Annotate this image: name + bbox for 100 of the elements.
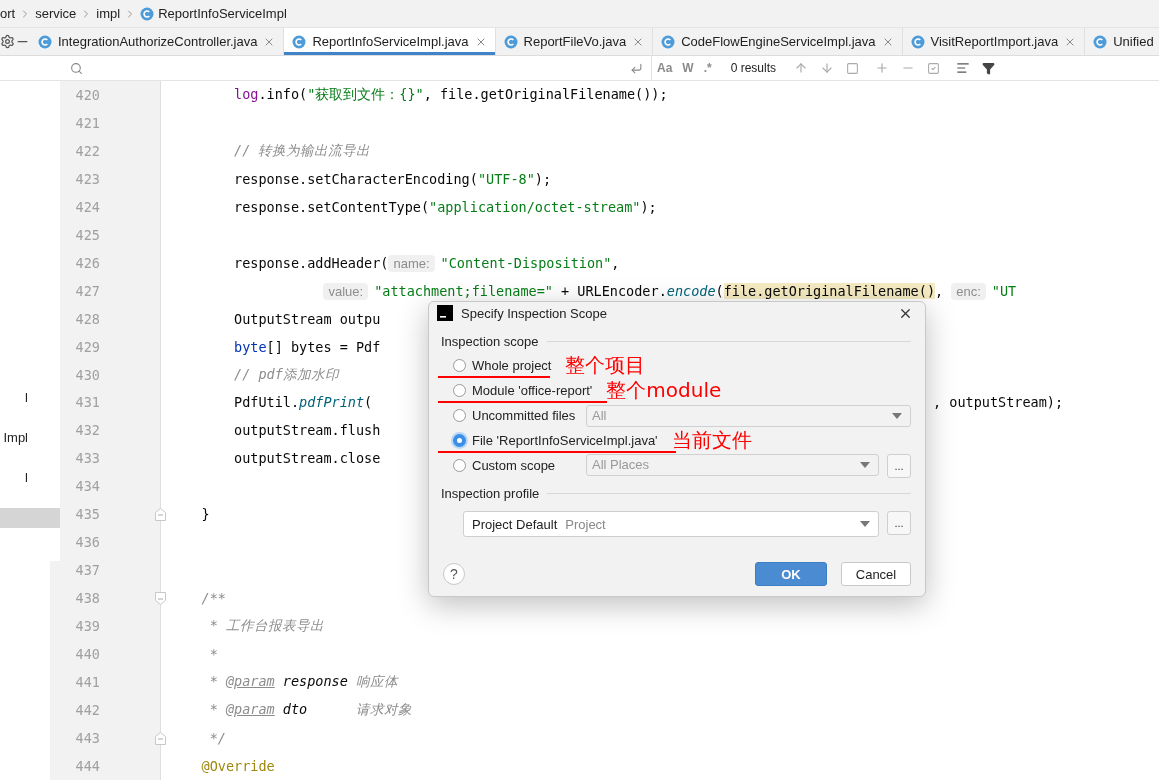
code-line: OutputStream outpu xyxy=(233,310,381,327)
help-button[interactable]: ? xyxy=(443,563,465,585)
line-number: 429 xyxy=(74,338,100,355)
results-count: 0 results xyxy=(730,61,777,75)
line-number: 441 xyxy=(74,674,100,690)
browse-button[interactable]: ... xyxy=(887,511,911,535)
square-icon[interactable] xyxy=(846,61,860,75)
code-line: * @param dto 请求对象 xyxy=(208,700,412,719)
radio-button[interactable] xyxy=(453,434,466,447)
code-line: * xyxy=(208,646,218,663)
code-line: log.info("获取到文件：{}", file.getOriginalFilename()); xyxy=(233,85,668,104)
line-number: 437 xyxy=(74,562,100,579)
class-icon xyxy=(661,34,676,49)
browse-button[interactable]: ... xyxy=(887,453,911,478)
line-number: 421 xyxy=(74,114,100,131)
radio-label[interactable]: Uncommitted files xyxy=(472,408,576,423)
enter-icon[interactable] xyxy=(630,61,643,75)
annotation-note: 整个module xyxy=(606,377,722,404)
radio-button[interactable] xyxy=(453,409,466,422)
code-line: outputStream.close xyxy=(233,450,381,467)
code-line: PdfUtil.pdfPrint( xyxy=(233,394,373,411)
dialog-title: Specify Inspection Scope xyxy=(461,305,607,321)
fold-marker-icon[interactable] xyxy=(155,592,166,606)
dropdown-caret-icon xyxy=(860,521,870,527)
line-number: 420 xyxy=(74,86,100,103)
code-line: outputStream.flush xyxy=(233,422,381,439)
app-icon xyxy=(437,305,453,321)
line-number: 426 xyxy=(74,254,100,271)
line-number: 422 xyxy=(74,142,100,159)
search-icon xyxy=(70,61,83,75)
code-line: , outputStream); xyxy=(933,394,1064,411)
radio-button[interactable] xyxy=(453,384,466,397)
code-line: * 工作台报表导出 xyxy=(208,617,324,636)
class-icon xyxy=(140,6,155,21)
line-number: 443 xyxy=(74,729,100,746)
fold-marker-icon[interactable] xyxy=(155,508,166,522)
tree-item[interactable]: l xyxy=(0,377,60,417)
breadcrumb-item[interactable]: ReportInfoServiceImpl xyxy=(158,6,287,21)
code-line: response.setCharacterEncoding("UTF-8"); xyxy=(233,170,552,187)
line-number: 438 xyxy=(74,590,100,607)
dropdown-caret-icon xyxy=(860,461,870,468)
dropdown-caret-icon xyxy=(892,412,902,419)
class-icon xyxy=(1093,34,1108,49)
tree-item[interactable]: Impl xyxy=(0,417,60,457)
class-icon xyxy=(292,34,307,49)
line-number: 440 xyxy=(74,646,100,663)
plus-icon[interactable] xyxy=(875,61,890,75)
code-line: @Override xyxy=(200,757,275,774)
code-line: /** xyxy=(200,590,226,607)
line-number: 439 xyxy=(74,618,100,635)
class-icon xyxy=(38,34,52,49)
breadcrumb-item[interactable]: service xyxy=(35,6,77,21)
line-number: 428 xyxy=(74,310,100,327)
code-line: // 转换为输出流导出 xyxy=(233,141,371,160)
code-line: response.setContentType("application/octet-stream"); xyxy=(233,198,657,215)
line-number: 423 xyxy=(74,170,100,187)
editor-tab[interactable]: VisitReportImport.java xyxy=(902,28,1086,55)
search-option[interactable]: .* xyxy=(698,61,717,75)
profile-dropdown[interactable]: Project Default Project xyxy=(463,511,879,537)
tree-item[interactable]: l xyxy=(0,457,60,497)
line-number: 436 xyxy=(74,534,100,551)
line-number: 427 xyxy=(74,282,100,299)
fold-marker-icon[interactable] xyxy=(155,731,166,745)
line-number: 424 xyxy=(74,198,100,215)
check-square-icon[interactable] xyxy=(927,61,941,75)
editor-tab[interactable]: ReportInfoServiceImpl.java xyxy=(284,28,496,55)
code-line: * @param response 响应体 xyxy=(208,673,398,691)
class-icon xyxy=(910,34,925,49)
radio-button[interactable] xyxy=(453,459,466,472)
radio-label[interactable]: Module 'office-report' xyxy=(472,383,593,398)
line-number: 444 xyxy=(74,757,100,774)
code-line: // pdf添加水印 xyxy=(233,365,339,384)
radio-button[interactable] xyxy=(453,359,466,372)
align-icon[interactable] xyxy=(956,61,971,75)
cancel-button[interactable]: Cancel xyxy=(841,562,911,586)
editor-tab[interactable]: Unified xyxy=(1085,28,1159,55)
class-icon xyxy=(503,34,518,49)
line-number: 432 xyxy=(74,422,100,439)
radio-label[interactable]: Whole project xyxy=(472,358,552,373)
line-number: 435 xyxy=(74,506,100,523)
code-line: value: "attachment;filename=" + URLEncoder.encode(file.getOriginalFilename(), enc: "UT xyxy=(169,282,1017,299)
annotation-note: 整个项目 xyxy=(565,352,646,379)
section-title: Inspection profile xyxy=(441,486,540,501)
radio-label[interactable]: File 'ReportInfoServiceImpl.java' xyxy=(472,433,658,448)
editor-tab[interactable]: ReportFileVo.java xyxy=(495,28,654,55)
breadcrumb-item[interactable]: impl xyxy=(96,6,121,21)
line-number: 433 xyxy=(74,450,100,467)
radio-label[interactable]: Custom scope xyxy=(472,458,556,473)
editor-tab[interactable]: CodeFlowEngineServiceImpl.java xyxy=(653,28,903,55)
code-line: } xyxy=(200,506,210,523)
filter-icon[interactable] xyxy=(982,61,996,75)
line-number: 425 xyxy=(74,226,100,243)
line-number: 431 xyxy=(74,394,100,411)
code-line: response.addHeader( name: "Content-Disposition", xyxy=(233,254,620,271)
annotation-note: 当前文件 xyxy=(671,427,752,454)
ok-button[interactable]: OK xyxy=(755,562,827,586)
breadcrumb-item[interactable]: ort xyxy=(0,6,16,21)
code-line: */ xyxy=(208,729,226,746)
line-number: 430 xyxy=(74,366,100,383)
line-number: 434 xyxy=(74,478,100,495)
